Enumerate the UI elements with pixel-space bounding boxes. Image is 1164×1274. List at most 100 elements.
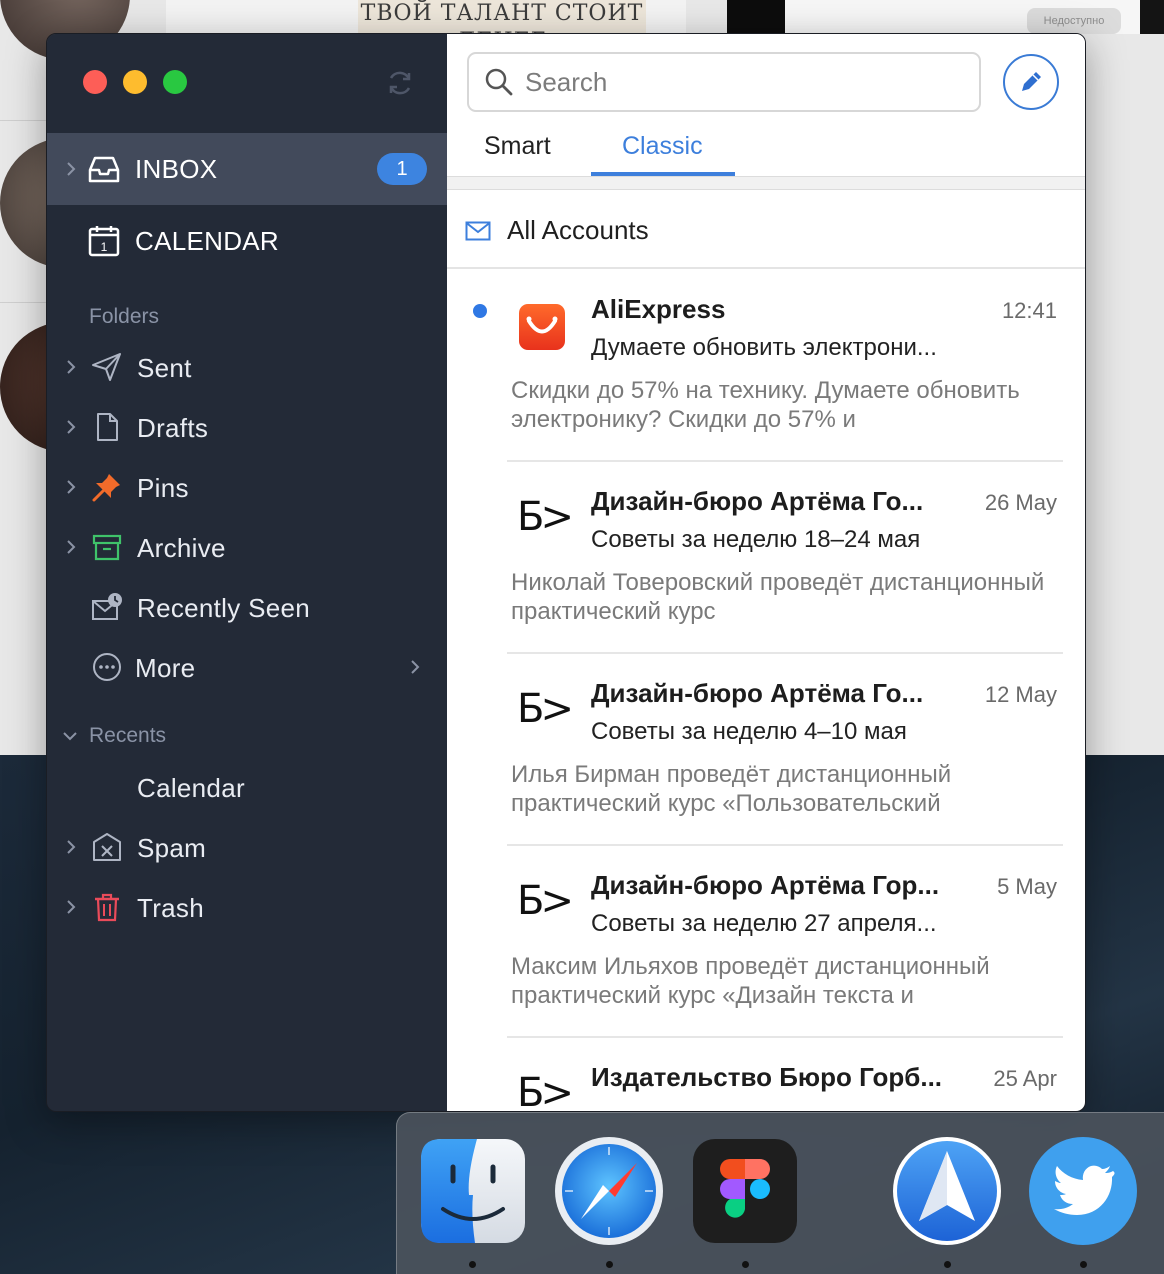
bureau-logo-icon: Б>	[517, 494, 574, 540]
sidebar-item-label: Pins	[137, 473, 189, 503]
sidebar-item-recently-seen[interactable]: Recently Seen	[47, 577, 447, 637]
chevron-right-icon[interactable]	[65, 540, 77, 554]
message-time: 5 May	[997, 874, 1057, 899]
message-row[interactable]: Б> Издательство Бюро Горб... 25 Apr	[447, 1038, 1085, 1111]
sidebar-item-label: Trash	[137, 893, 204, 923]
tab-classic[interactable]: Classic	[622, 132, 703, 161]
message-sender: Издательство Бюро Горб...	[591, 1062, 943, 1092]
sidebar: INBOX 1 1 CALENDAR Folders Sent Drafts P…	[47, 34, 447, 1111]
message-row[interactable]: AliExpress 12:41 Думаете обновить электр…	[447, 270, 1085, 462]
tab-smart[interactable]: Smart	[484, 132, 551, 161]
message-subject: Советы за неделю 4–10 мая	[591, 718, 907, 745]
message-preview: Илья Бирман проведёт дистанционный практ…	[511, 761, 952, 817]
background-pill: Недоступно	[1027, 8, 1121, 34]
archive-icon	[92, 534, 122, 561]
finder-icon[interactable]	[417, 1135, 529, 1247]
sidebar-item-label: Archive	[137, 533, 226, 563]
sidebar-item-label: Spam	[137, 833, 207, 863]
message-time: 26 May	[984, 490, 1057, 515]
sidebar-item-trash[interactable]: Trash	[47, 877, 447, 937]
inbox-icon	[88, 156, 120, 183]
chevron-right-icon[interactable]	[65, 900, 77, 914]
tab-divider	[447, 176, 1085, 190]
minimize-window-button[interactable]	[123, 70, 147, 94]
bureau-logo-icon: Б>	[517, 686, 574, 732]
twitter-icon[interactable]	[1027, 1135, 1139, 1247]
sidebar-item-spam[interactable]: Spam	[47, 817, 447, 877]
compose-button[interactable]	[1003, 54, 1059, 110]
trash-icon	[95, 893, 119, 922]
message-row[interactable]: Б> Дизайн-бюро Артёма Гор... 5 May Совет…	[447, 846, 1085, 1038]
message-sender: AliExpress	[591, 294, 726, 324]
message-preview: Скидки до 57% на технику. Думаете обнови…	[511, 377, 1020, 433]
message-time: 25 Apr	[993, 1066, 1057, 1091]
chevron-right-icon[interactable]	[409, 660, 421, 674]
message-preview: Максим Ильяхов проведёт дистанционный пр…	[511, 953, 990, 1009]
chevron-right-icon[interactable]	[65, 162, 77, 176]
spam-icon	[93, 833, 121, 861]
background-divider	[0, 302, 48, 303]
aliexpress-icon	[519, 304, 565, 350]
sidebar-item-drafts[interactable]: Drafts	[47, 397, 447, 457]
send-icon	[92, 353, 121, 381]
sidebar-item-sent[interactable]: Sent	[47, 337, 447, 397]
running-indicator	[742, 1261, 749, 1268]
figma-icon[interactable]	[689, 1135, 801, 1247]
message-list-pane: Smart Classic All Accounts	[447, 34, 1085, 1111]
background-divider	[0, 120, 48, 121]
message-subject: Думаете обновить электрони...	[591, 334, 937, 361]
more-icon	[93, 653, 121, 681]
message-sender: Дизайн-бюро Артёма Го...	[591, 678, 924, 708]
unread-count-badge: 1	[377, 153, 427, 185]
message-time: 12 May	[984, 682, 1057, 707]
message-subject: Советы за неделю 27 апреля...	[591, 910, 937, 937]
sidebar-item-label: Drafts	[137, 413, 209, 443]
sidebar-item-label: CALENDAR	[135, 226, 279, 256]
background-panel	[1140, 0, 1164, 34]
search-input[interactable]	[525, 62, 965, 102]
running-indicator	[1080, 1261, 1087, 1268]
message-preview: Николай Товеровский проведёт дистанционн…	[511, 569, 1045, 625]
chevron-right-icon[interactable]	[65, 840, 77, 854]
sidebar-item-label: INBOX	[135, 154, 218, 184]
document-icon	[97, 413, 118, 441]
all-accounts-label: All Accounts	[507, 215, 649, 245]
search-bar[interactable]	[467, 52, 981, 112]
spark-icon[interactable]	[891, 1135, 1003, 1247]
chevron-down-icon[interactable]	[63, 730, 77, 742]
message-sender: Дизайн-бюро Артёма Го...	[591, 486, 924, 516]
sidebar-item-archive[interactable]: Archive	[47, 517, 447, 577]
message-row[interactable]: Б> Дизайн-бюро Артёма Го... 12 May Совет…	[447, 654, 1085, 846]
sidebar-item-label: Sent	[137, 353, 192, 383]
chevron-right-icon[interactable]	[65, 360, 77, 374]
running-indicator	[606, 1261, 613, 1268]
folders-section-title: Folders	[89, 305, 160, 328]
sidebar-item-label: Calendar	[137, 773, 245, 803]
sidebar-item-pins[interactable]: Pins	[47, 457, 447, 517]
sidebar-item-calendar[interactable]: 1 CALENDAR	[47, 205, 447, 277]
recently-seen-icon	[92, 593, 122, 620]
message-row[interactable]: Б> Дизайн-бюро Артёма Го... 26 May Совет…	[447, 462, 1085, 654]
mail-window: INBOX 1 1 CALENDAR Folders Sent Drafts P…	[46, 33, 1086, 1112]
running-indicator	[469, 1261, 476, 1268]
pencil-icon	[1022, 72, 1041, 91]
safari-icon[interactable]	[553, 1135, 665, 1247]
chevron-right-icon[interactable]	[65, 480, 77, 494]
all-accounts-header[interactable]: All Accounts	[447, 191, 1085, 269]
recents-section-title: Recents	[89, 724, 167, 747]
sidebar-item-label: More	[135, 653, 196, 683]
running-indicator	[944, 1261, 951, 1268]
close-window-button[interactable]	[83, 70, 107, 94]
sidebar-item-more[interactable]: More	[47, 637, 447, 697]
sidebar-item-inbox[interactable]: INBOX 1	[47, 133, 447, 205]
calendar-day-label: 1	[101, 240, 108, 254]
bureau-logo-icon: Б>	[517, 878, 574, 924]
pin-icon	[92, 474, 120, 502]
mail-icon	[465, 221, 491, 241]
chevron-right-icon[interactable]	[65, 420, 77, 434]
background-panel	[727, 0, 785, 34]
sidebar-item-recent-calendar[interactable]: Calendar	[47, 757, 447, 817]
search-icon	[485, 68, 513, 96]
zoom-window-button[interactable]	[163, 70, 187, 94]
sync-icon[interactable]	[385, 68, 415, 98]
